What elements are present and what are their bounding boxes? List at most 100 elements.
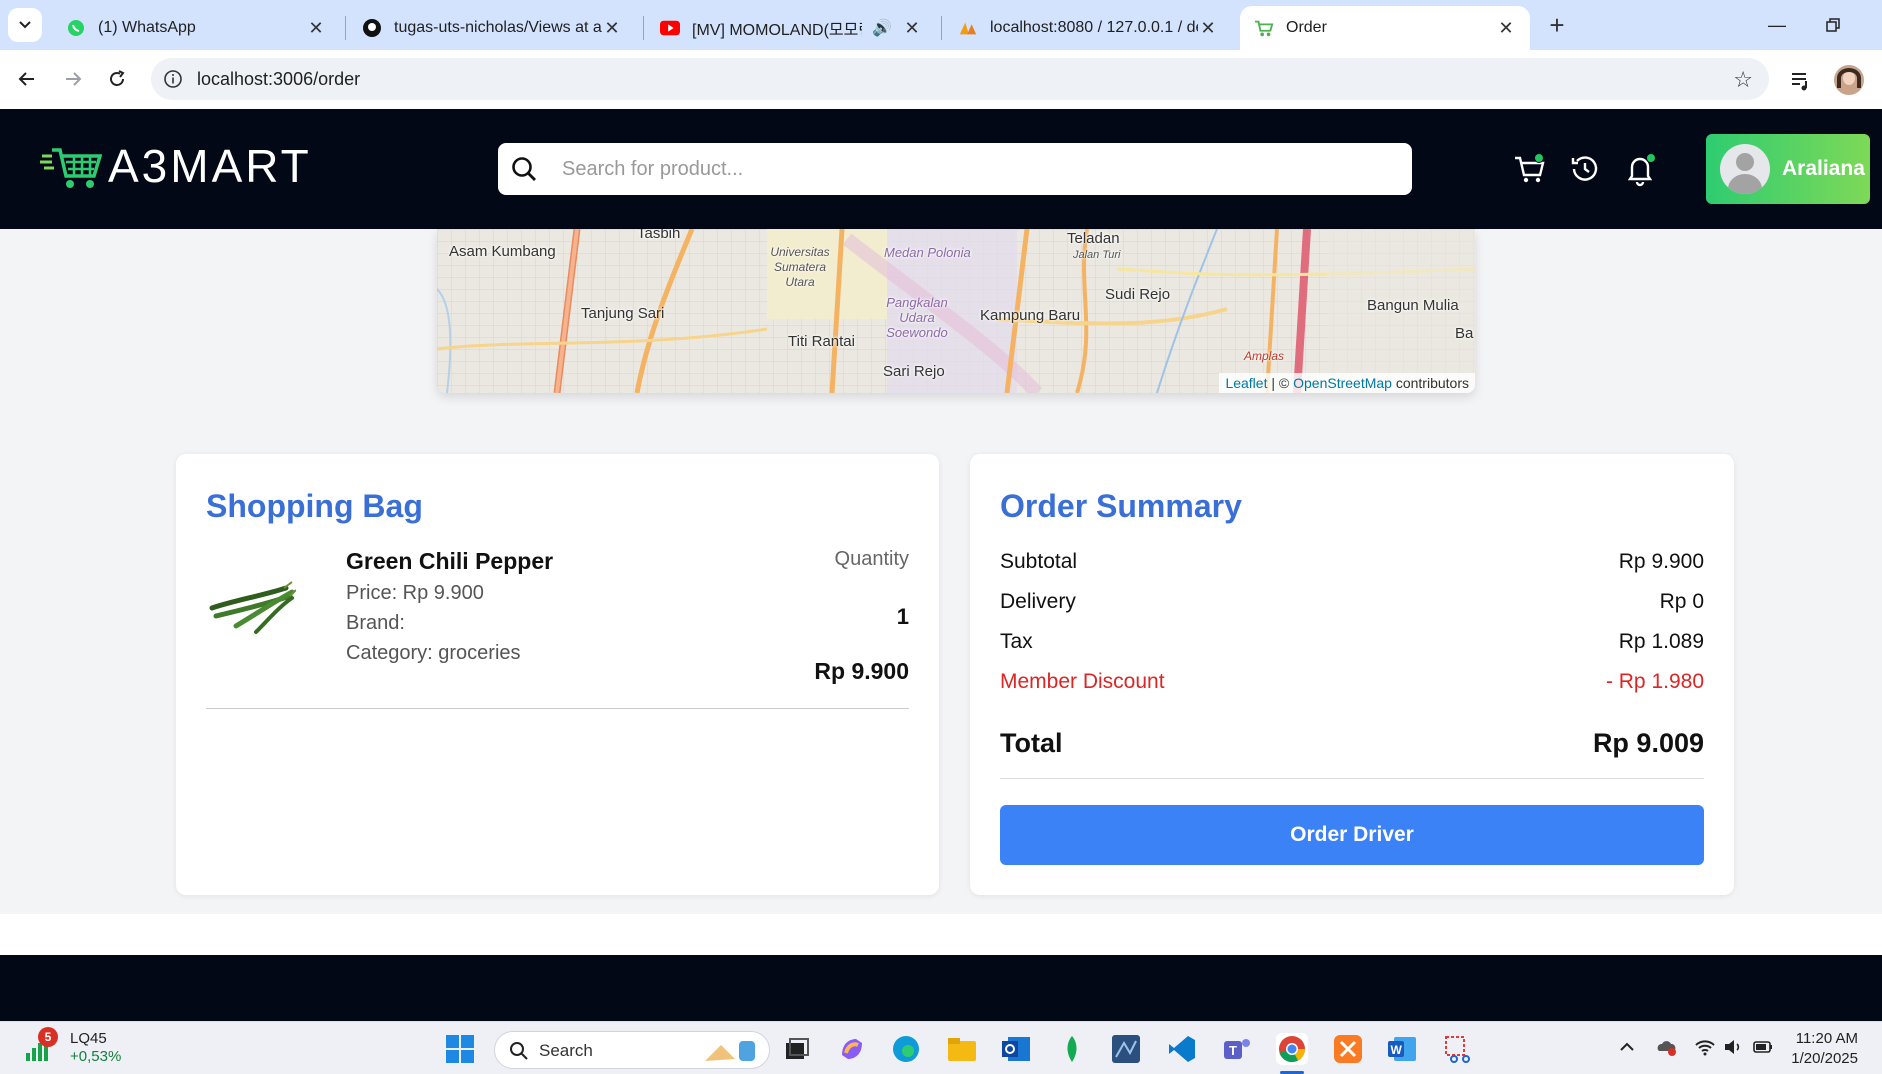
media-control-icon[interactable] bbox=[1786, 65, 1816, 95]
profile-avatar[interactable] bbox=[1834, 65, 1864, 95]
search-icon[interactable] bbox=[510, 155, 538, 183]
product-brand: Brand: bbox=[346, 612, 405, 634]
close-icon[interactable]: ✕ bbox=[1198, 18, 1218, 39]
history-button[interactable] bbox=[1567, 151, 1603, 187]
task-view-icon[interactable] bbox=[780, 1033, 812, 1065]
tab-separator bbox=[941, 16, 942, 40]
reload-button[interactable] bbox=[102, 64, 132, 94]
word-icon[interactable]: W bbox=[1386, 1033, 1418, 1065]
product-image[interactable] bbox=[206, 574, 296, 644]
total-value: Rp 9.009 bbox=[1592, 728, 1704, 758]
delivery-map[interactable]: Asam Kumbang Tasbih Universitas Sumatera… bbox=[437, 229, 1475, 393]
speaker-icon[interactable]: 🔊 bbox=[872, 18, 892, 38]
forward-button[interactable] bbox=[58, 64, 88, 94]
tab-phpmyadmin[interactable]: localhost:8080 / 127.0.0.1 / dev ✕ bbox=[944, 6, 1232, 50]
tab-whatsapp[interactable]: (1) WhatsApp ✕ bbox=[52, 6, 340, 50]
battery-icon[interactable] bbox=[1752, 1036, 1774, 1058]
tab-title: tugas-uts-nicholas/Views at ara bbox=[394, 19, 602, 36]
search-input[interactable] bbox=[562, 151, 1382, 187]
tax-row: Tax Rp 1.089 bbox=[1000, 630, 1704, 654]
delivery-label: Delivery bbox=[1000, 590, 1076, 613]
subtotal-value: Rp 9.900 bbox=[1618, 550, 1704, 573]
cart-button[interactable] bbox=[1512, 151, 1548, 187]
file-explorer-icon[interactable] bbox=[946, 1033, 978, 1065]
new-tab-button[interactable]: + bbox=[1542, 10, 1572, 40]
stock-widget[interactable]: 5 LQ45 +0,53% bbox=[24, 1027, 121, 1066]
chevron-up-icon[interactable] bbox=[1616, 1036, 1638, 1058]
windows-start-icon[interactable] bbox=[444, 1033, 476, 1065]
close-icon[interactable]: ✕ bbox=[306, 18, 326, 39]
teams-icon[interactable]: T bbox=[1220, 1033, 1252, 1065]
vscode-icon[interactable] bbox=[1166, 1033, 1198, 1065]
subtotal-row: Subtotal Rp 9.900 bbox=[1000, 550, 1704, 574]
openstreetmap-link[interactable]: OpenStreetMap bbox=[1293, 375, 1392, 391]
tab-youtube[interactable]: [MV] MOMOLAND(모모랜드 🔊 ✕ bbox=[646, 6, 936, 50]
notification-button[interactable] bbox=[1622, 151, 1658, 187]
stock-name: LQ45 bbox=[70, 1030, 107, 1047]
discount-label: Member Discount bbox=[1000, 670, 1165, 693]
taskbar-search[interactable]: Search bbox=[494, 1031, 770, 1069]
tab-github[interactable]: tugas-uts-nicholas/Views at ara ✕ bbox=[348, 6, 636, 50]
map-label: Kampung Baru bbox=[980, 307, 1081, 324]
map-label: Bangun Mulia bbox=[1367, 297, 1459, 314]
leaflet-link[interactable]: Leaflet bbox=[1225, 375, 1267, 391]
snipping-tool-icon[interactable] bbox=[1442, 1033, 1474, 1065]
mongodb-icon[interactable] bbox=[1056, 1033, 1088, 1065]
attribution-separator: | © bbox=[1267, 375, 1294, 391]
map-label: Asam Kumbang bbox=[449, 243, 556, 260]
tab-title: (1) WhatsApp bbox=[98, 19, 196, 36]
mysql-workbench-icon[interactable] bbox=[1110, 1033, 1142, 1065]
speaker-icon[interactable] bbox=[1722, 1036, 1744, 1058]
user-name: Araliana bbox=[1782, 157, 1865, 180]
tab-order[interactable]: Order ✕ bbox=[1240, 6, 1530, 50]
tab-separator bbox=[345, 16, 346, 40]
copilot-icon[interactable] bbox=[836, 1033, 868, 1065]
map-label: Pangkalan Udara Soewondo bbox=[886, 295, 948, 340]
app-logo[interactable]: A3MART bbox=[40, 139, 312, 193]
restore-button[interactable] bbox=[1818, 10, 1848, 40]
tab-separator bbox=[643, 16, 644, 40]
tab-search-menu-button[interactable] bbox=[8, 8, 42, 42]
wifi-icon[interactable] bbox=[1694, 1036, 1716, 1058]
back-button[interactable] bbox=[12, 64, 42, 94]
close-icon[interactable]: ✕ bbox=[602, 18, 622, 39]
star-icon[interactable]: ☆ bbox=[1733, 67, 1753, 93]
url-text[interactable]: localhost:3006/order bbox=[197, 69, 360, 90]
map-label: Amplas bbox=[1244, 349, 1285, 363]
close-icon[interactable]: ✕ bbox=[1496, 18, 1516, 39]
onedrive-icon[interactable] bbox=[1656, 1036, 1678, 1058]
user-menu-button[interactable]: Araliana bbox=[1706, 134, 1870, 204]
divider bbox=[1000, 778, 1704, 779]
subtotal-label: Subtotal bbox=[1000, 550, 1078, 573]
chrome-icon[interactable] bbox=[1276, 1033, 1308, 1065]
tax-value: Rp 1.089 bbox=[1618, 630, 1704, 653]
product-category: Category: groceries bbox=[346, 642, 521, 664]
taskbar-search-label: Search bbox=[539, 1041, 593, 1060]
tab-title: [MV] MOMOLAND(모모랜드 bbox=[692, 22, 862, 39]
cart-logo-icon bbox=[40, 148, 102, 188]
restore-icon bbox=[1826, 18, 1840, 32]
order-driver-button[interactable]: Order Driver bbox=[1000, 805, 1704, 865]
tab-title: localhost:8080 / 127.0.0.1 / dev bbox=[990, 19, 1198, 36]
map-label: Titi Rantai bbox=[788, 333, 855, 350]
shopping-bag-title: Shopping Bag bbox=[206, 488, 423, 524]
address-bar[interactable]: localhost:3006/order ☆ bbox=[151, 58, 1769, 100]
map-label: Jalan Turi bbox=[1073, 249, 1121, 261]
phpmyadmin-icon bbox=[958, 18, 978, 38]
product-search[interactable] bbox=[498, 143, 1412, 195]
map-label: Ba bbox=[1455, 325, 1474, 342]
order-summary-card: Order Summary Subtotal Rp 9.900 Delivery… bbox=[970, 454, 1734, 895]
xampp-icon[interactable] bbox=[1332, 1033, 1364, 1065]
map-attribution: Leaflet | © OpenStreetMap contributors bbox=[1219, 373, 1475, 393]
minimize-button[interactable]: — bbox=[1762, 10, 1792, 40]
outlook-icon[interactable] bbox=[1000, 1033, 1032, 1065]
tax-label: Tax bbox=[1000, 630, 1033, 653]
order-summary-title: Order Summary bbox=[1000, 488, 1242, 524]
close-icon[interactable]: ✕ bbox=[902, 18, 922, 39]
info-icon[interactable] bbox=[163, 69, 183, 89]
edge-icon[interactable] bbox=[890, 1033, 922, 1065]
search-highlight-icon bbox=[705, 1041, 755, 1061]
clock-time: 11:20 AM bbox=[1795, 1030, 1858, 1047]
svg-text:W: W bbox=[1391, 1043, 1403, 1057]
system-clock[interactable]: 11:20 AM 1/20/2025 bbox=[1788, 1029, 1858, 1069]
